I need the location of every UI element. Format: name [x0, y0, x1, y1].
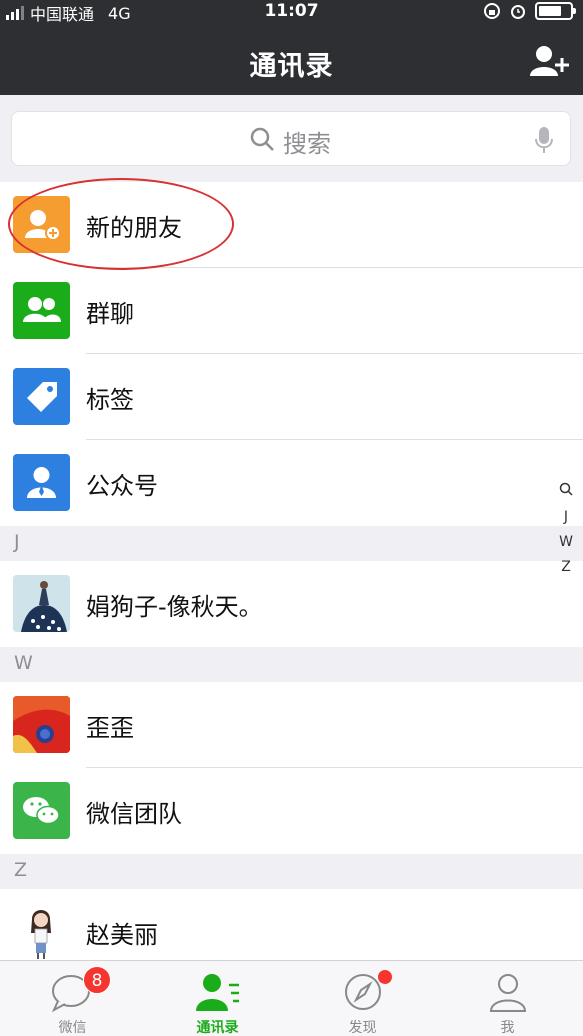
new-dot-badge: [378, 970, 392, 984]
wechat-logo-avatar: [13, 782, 70, 839]
menu-item-tags[interactable]: 标签: [0, 354, 583, 440]
contacts-icon: [196, 974, 239, 1011]
battery-icon: [535, 2, 576, 20]
search-placeholder: 搜索: [283, 130, 331, 158]
contact-name: 娟狗子-像秋天。: [86, 593, 263, 621]
menu-item-label: 标签: [86, 386, 134, 414]
rotation-lock-icon: [484, 3, 500, 19]
contact-name: 微信团队: [86, 800, 182, 828]
page-title: 通讯录: [249, 51, 334, 82]
index-letter[interactable]: Z: [557, 555, 575, 580]
index-letter[interactable]: J: [557, 505, 575, 530]
tab-discover[interactable]: 发现: [290, 961, 435, 1036]
official-account-icon: [13, 454, 70, 511]
section-header-j: J: [0, 526, 583, 561]
person-icon: [489, 974, 527, 1012]
menu-item-group-chat[interactable]: 群聊: [0, 268, 583, 354]
index-bar[interactable]: J W Z: [557, 480, 575, 580]
tab-bar: 8 微信 通讯录 发现 我: [0, 960, 583, 1036]
cartoon-girl-avatar: [13, 903, 70, 960]
contact-row[interactable]: 微信团队: [0, 768, 583, 854]
microphone-icon[interactable]: [535, 126, 553, 154]
search-area: 搜索: [0, 95, 583, 182]
section-header-z: Z: [0, 854, 583, 889]
menu-item-official-accounts[interactable]: 公众号: [0, 440, 583, 526]
tab-contacts[interactable]: 通讯录: [145, 961, 290, 1036]
group-chat-icon: [13, 282, 70, 339]
status-bar: 中国联通 4G 11:07: [0, 0, 583, 24]
girl-dress-avatar: [13, 575, 70, 632]
menu-item-label: 群聊: [86, 300, 134, 328]
menu-item-label: 公众号: [86, 472, 158, 500]
index-letter[interactable]: W: [557, 530, 575, 555]
contact-name: 赵美丽: [86, 921, 158, 949]
contact-row[interactable]: 歪歪: [0, 682, 583, 768]
contact-row[interactable]: 娟狗子-像秋天。: [0, 561, 583, 647]
add-contact-icon[interactable]: [529, 44, 569, 78]
unread-badge: 8: [83, 966, 111, 994]
annotation-circle: [8, 178, 234, 270]
tab-me[interactable]: 我: [435, 961, 580, 1036]
contact-name: 歪歪: [86, 714, 134, 742]
index-search-icon[interactable]: [557, 480, 575, 505]
section-header-w: W: [0, 647, 583, 682]
tab-chats[interactable]: 8 微信: [0, 961, 145, 1036]
search-input[interactable]: 搜索: [11, 111, 571, 166]
nav-header: 中国联通 4G 11:07 通讯录: [0, 0, 583, 95]
red-paint-avatar: [13, 696, 70, 753]
tag-icon: [13, 368, 70, 425]
alarm-icon: [511, 5, 525, 19]
